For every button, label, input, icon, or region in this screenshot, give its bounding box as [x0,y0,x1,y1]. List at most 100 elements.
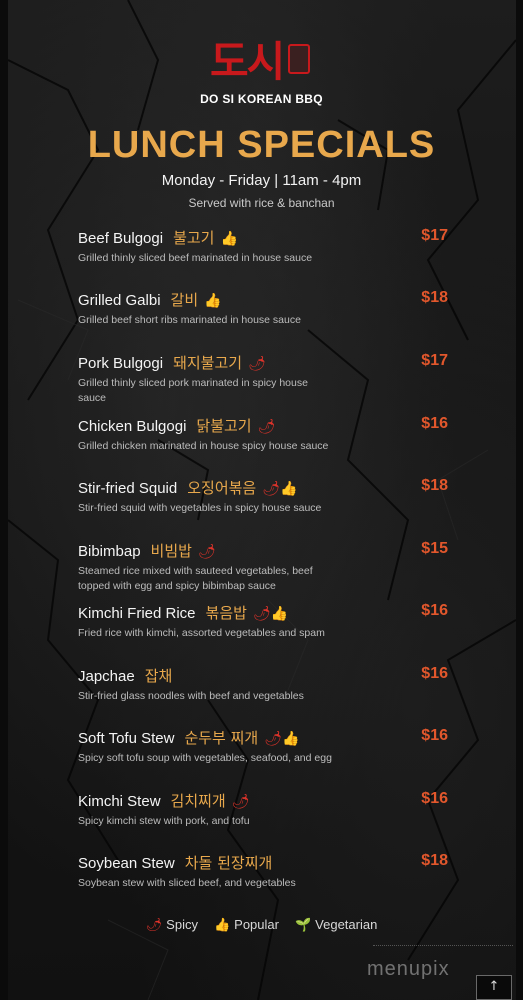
menu-item-price: $17 [421,227,448,244]
page-title: LUNCH SPECIALS [87,124,436,166]
menu-item: Soybean Stew 차돌 된장찌개 Soybean stew with sli… [78,852,448,891]
menu-item-heading: Pork Bulgogi 돼지불고기 🌶 [78,352,448,373]
arrow-up-icon: ↑ [488,979,500,994]
menu-item-heading: Soft Tofu Stew 순두부 찌개 🌶👍 [78,727,448,748]
logo-seal-stamp [288,44,310,74]
menu-item-name: Stir-fried Squid [78,480,178,497]
menu-item-tags: 👍 [204,293,221,309]
thumbs-up-icon: 👍 [220,231,238,247]
menu-item: Beef Bulgogi 불고기 👍 Grilled thinly sliced be… [78,227,448,266]
menu-item-korean-name: 잡채 [144,667,173,685]
chili-icon: 🌶 [264,731,283,747]
menu-item-name: Kimchi Stew [78,793,161,810]
menu-item-korean-name: 볶음밥 [205,604,247,622]
menu-item: Stir-fried Squid 오징어볶음 🌶👍 Stir-fried squid … [78,477,448,516]
chili-icon: 🌶 [257,419,276,435]
menu-item: Chicken Bulgogi 닭불고기 🌶 Grilled chicken mari… [78,415,448,454]
menu-item-name: Chicken Bulgogi [78,418,187,435]
menu-item-description: Steamed rice mixed with sauteed vegetabl… [78,565,313,592]
thumbs-up-icon: 👍 [204,293,222,309]
menu-item-heading: Beef Bulgogi 불고기 👍 [78,227,448,248]
menu-item-description: Fried rice with kimchi, assorted vegetab… [78,627,325,639]
menu-item: Soft Tofu Stew 순두부 찌개 🌶👍 Spicy soft tofu so… [78,727,448,766]
legend-spicy: 🌶 Spicy [146,917,198,933]
logo: 도시 [210,38,310,90]
menu-item-heading: Stir-fried Squid 오징어볶음 🌶👍 [78,477,448,498]
chili-icon: 🌶 [197,544,216,560]
menu-item-description: Stir-fried squid with vegetables in spic… [78,502,322,514]
menu-item-korean-name: 갈비 [170,291,199,309]
legend-label: Popular [234,917,279,932]
menu-item: Kimchi Stew 김치찌개 🌶 Spicy kimchi stew with p… [78,790,448,829]
menu-item-name: Beef Bulgogi [78,230,164,247]
menu-item-description: Grilled thinly sliced pork marinated in … [78,377,308,404]
menu-item-korean-name: 닭불고기 [196,417,252,435]
menu-item-description: Grilled thinly sliced beef marinated in … [78,252,313,264]
chili-icon: 🌶 [145,917,163,932]
chili-icon: 🌶 [231,794,250,810]
hours-text: Monday - Friday | 11am - 4pm [161,172,362,189]
menu-item-description: Spicy soft tofu soup with vegetables, se… [78,752,332,764]
menu-item-heading: Bibimbap 비빔밥 🌶 [78,540,448,561]
menu-item-tags: 🌶 [248,356,266,372]
menu-item-korean-name: 비빔밥 [150,542,192,560]
thumbs-up-icon: 👍 [280,481,298,497]
chili-icon: 🌶 [252,606,271,622]
thumbs-up-icon: 👍 [213,917,231,932]
menu-item-name: Grilled Galbi [78,292,161,309]
menu-item-price: $15 [421,540,448,557]
thumbs-up-icon: 👍 [270,606,289,622]
menu-item-korean-name: 순두부 찌개 [184,729,259,747]
thumbs-up-icon: 👍 [282,731,300,747]
menu-item-price: $17 [421,352,448,369]
menu-item-heading: Chicken Bulgogi 닭불고기 🌶 [78,415,448,436]
menu-item-tags: 🌶 [232,794,250,810]
menu-item-heading: Kimchi Fried Rice 볶음밥 🌶👍 [78,602,448,623]
menu-item-tags: 🌶👍 [264,731,299,747]
menu-item-description: Grilled chicken marinated in house spicy… [78,440,329,452]
menu-item-description: Soybean stew with sliced beef, and veget… [78,877,296,889]
menu-item-name: Japchae [78,668,135,685]
legend-popular: 👍 Popular [214,917,279,933]
menu-item-tags: 🌶 [198,544,216,560]
menu-item: Japchae 잡채 Stir-fried glass noodles with b… [78,665,448,704]
menu-item-name: Soybean Stew [78,855,175,872]
menu-item-name: Bibimbap [78,543,141,560]
menu-item-price: $16 [421,415,448,432]
menu-item-price: $18 [421,477,448,494]
menu-item-price: $18 [421,289,448,306]
menu-item-price: $16 [421,602,448,619]
menu-item-price: $18 [421,852,448,869]
menu-item-korean-name: 돼지불고기 [173,354,243,372]
menu-item-price: $16 [421,790,448,807]
legend: 🌶 Spicy 👍 Popular 🌱 Vegetarian [0,917,523,933]
menu-item-price: $16 [421,665,448,682]
legend-vegetarian: 🌱 Vegetarian [295,917,377,933]
menu-item-tags: 👍 [220,231,237,247]
menu-item: Grilled Galbi 갈비 👍 Grilled beef short ribs … [78,289,448,328]
menu-item-price: $16 [421,727,448,744]
menu-item-heading: Grilled Galbi 갈비 👍 [78,289,448,310]
served-with-note: Served with rice & banchan [188,196,335,210]
menu-item: Kimchi Fried Rice 볶음밥 🌶👍 Fried rice with ki… [78,602,448,641]
watermark-divider [373,945,513,946]
watermark: menupix [367,958,450,980]
menu-item-description: Stir-fried glass noodles with beef and v… [78,690,304,702]
menu-item-heading: Japchae 잡채 [78,665,448,686]
menu-item-description: Spicy kimchi stew with pork, and tofu [78,815,250,827]
scroll-to-top-button[interactable]: ↑ [476,975,512,1000]
menu-item-tags: 🌶👍 [262,481,297,497]
menu-item-heading: Soybean Stew 차돌 된장찌개 [78,852,448,873]
chili-icon: 🌶 [262,481,281,497]
logo-korean-text: 도시 [210,37,285,86]
menu-item-name: Soft Tofu Stew [78,730,175,747]
menu-item-tags: 🌶👍 [253,606,288,622]
menu-item-korean-name: 불고기 [173,229,215,247]
menu-item-description: Grilled beef short ribs marinated in hou… [78,314,301,326]
menu-item: Bibimbap 비빔밥 🌶 Steamed rice mixed with saut… [78,540,448,594]
menu-item-heading: Kimchi Stew 김치찌개 🌶 [78,790,448,811]
menu-item-korean-name: 김치찌개 [170,792,226,810]
legend-label: Spicy [166,917,198,932]
menu-item-name: Pork Bulgogi [78,355,164,372]
sprout-icon: 🌱 [294,917,312,932]
